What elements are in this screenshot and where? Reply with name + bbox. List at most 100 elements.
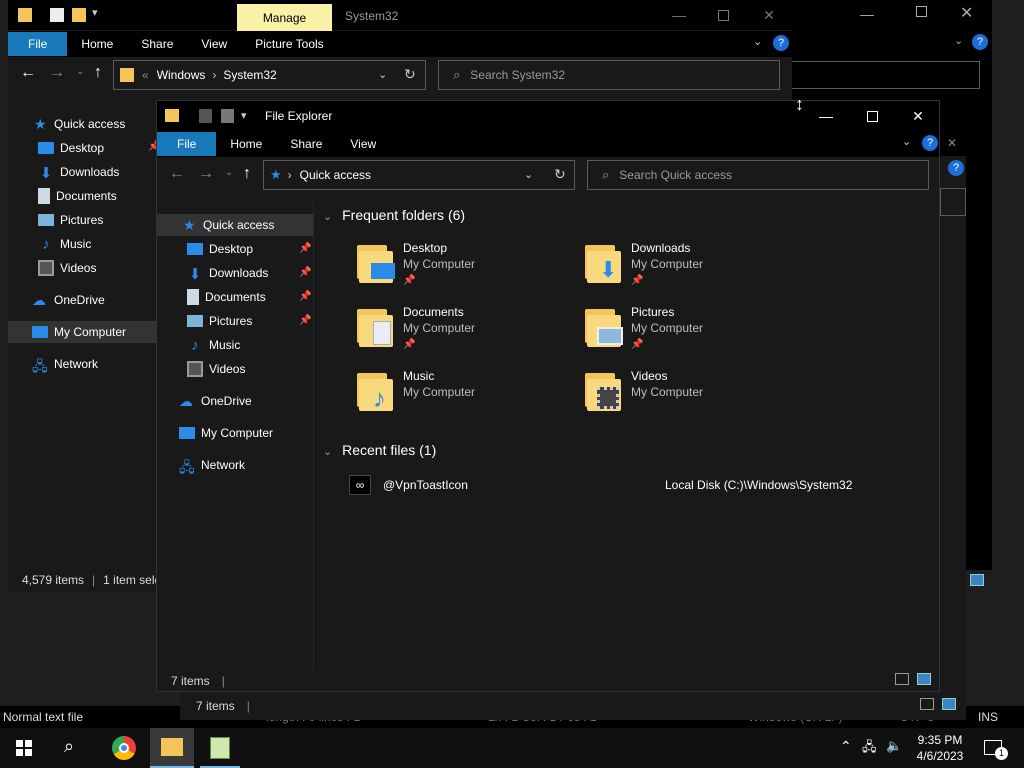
tab-share[interactable]: Share (127, 32, 187, 56)
far-search-box[interactable] (780, 61, 980, 89)
music-note-icon: ♪ (191, 337, 199, 354)
sidebar-item-documents[interactable]: Documents (38, 185, 117, 207)
sidebar-item-desktop[interactable]: Desktop (38, 137, 104, 159)
breadcrumb-system32[interactable]: System32 (223, 68, 276, 82)
far-minimize-button[interactable]: — (860, 6, 874, 22)
minimize-button[interactable]: — (656, 0, 702, 30)
sidebar-item-network[interactable]: 🖧 Network (179, 454, 245, 476)
network-tray-icon[interactable]: 🖧 (862, 738, 877, 760)
recent-file-row[interactable]: ∞ @VpnToastIcon Local Disk (C:)\Windows\… (347, 473, 907, 497)
third-help-icon[interactable]: ? (948, 160, 964, 176)
tab-file[interactable]: File (157, 132, 217, 156)
chrome-icon[interactable] (112, 736, 136, 760)
sidebar-item-onedrive[interactable]: ☁ OneDrive (179, 390, 252, 412)
sidebar-item-videos[interactable]: Videos (38, 257, 96, 279)
recent-locations-icon[interactable]: ⌄ (225, 167, 233, 178)
up-arrow-icon[interactable]: ↑ (94, 64, 102, 82)
third-search-box[interactable] (940, 188, 966, 216)
maximize-button[interactable] (700, 0, 746, 30)
customize-qat-icon[interactable]: ▾ (241, 109, 247, 122)
frequent-folders-header[interactable]: ⌄ Frequent folders (6) (323, 207, 465, 223)
file-explorer-taskbar-button[interactable] (150, 728, 194, 768)
far-maximize-button[interactable] (916, 6, 927, 17)
close-button[interactable]: ✕ (746, 0, 792, 30)
search-system32-input[interactable]: ⌕ Search System32 (438, 60, 780, 90)
ribbon-expand-icon[interactable]: ⌄ (902, 135, 911, 148)
sidebar-item-onedrive[interactable]: ☁ OneDrive (32, 289, 105, 311)
windows-start-icon[interactable] (16, 740, 32, 756)
sidebar-item-quick-access[interactable]: ★ Quick access (157, 214, 313, 236)
address-bar[interactable]: « Windows › System32 ⌄ ↻ (113, 60, 426, 90)
tab-picture-tools[interactable]: Picture Tools (241, 32, 337, 56)
sidebar-item-pictures[interactable]: Pictures (38, 209, 103, 231)
back-arrow-icon[interactable]: ← (20, 64, 36, 82)
sidebar-item-quick-access[interactable]: ★ Quick access (34, 113, 125, 135)
folder-tile[interactable]: Documents My Computer 📌 (355, 303, 575, 359)
sidebar-item-music[interactable]: ♪ Music (187, 334, 240, 356)
folder-tile[interactable]: Videos My Computer (583, 367, 803, 423)
large-icons-view-icon[interactable] (917, 673, 931, 685)
properties-icon[interactable] (199, 109, 212, 123)
notepad-view-icon[interactable] (970, 574, 984, 586)
search-quick-access-input[interactable]: ⌕ Search Quick access (587, 160, 929, 190)
address-bar[interactable]: ★ › Quick access ⌄ ↻ (263, 160, 575, 190)
help-icon[interactable]: ? (773, 35, 789, 51)
tab-file[interactable]: File (8, 32, 68, 56)
tab-share[interactable]: Share (276, 132, 336, 156)
folder-tile[interactable]: ⬇ Downloads My Computer 📌 (583, 239, 803, 295)
folder-tile[interactable]: ♪ Music My Computer (355, 367, 575, 423)
up-arrow-icon[interactable]: ↑ (243, 165, 251, 183)
clock[interactable]: 9:35 PM 4/6/2023 (912, 732, 968, 764)
properties-icon[interactable] (50, 8, 64, 22)
sidebar-item-my-computer[interactable]: My Computer (179, 422, 273, 444)
forward-arrow-icon[interactable]: → (198, 165, 214, 183)
breadcrumb-quick-access[interactable]: Quick access (300, 168, 371, 182)
back-arrow-icon[interactable]: ← (169, 165, 185, 183)
refresh-icon[interactable]: ↻ (554, 166, 566, 183)
details-view-icon[interactable] (895, 673, 909, 685)
refresh-icon[interactable]: ↻ (404, 66, 416, 83)
show-hidden-icons-icon[interactable]: ⌃ (840, 738, 852, 755)
volume-icon[interactable]: 🔈 (886, 738, 902, 754)
sidebar-item-my-computer[interactable]: My Computer (8, 321, 158, 343)
ribbon-expand-icon[interactable]: ⌄ (753, 35, 762, 48)
forward-arrow-icon[interactable]: → (49, 64, 65, 82)
third-large-icons-view-icon[interactable] (942, 698, 956, 710)
recent-locations-icon[interactable]: ⌄ (76, 66, 84, 77)
address-dropdown-icon[interactable]: ⌄ (378, 68, 387, 81)
sidebar-item-downloads[interactable]: ⬇ Downloads (38, 161, 120, 183)
third-details-view-icon[interactable] (920, 698, 934, 710)
notification-center-icon[interactable]: 1 (984, 740, 1008, 760)
notepad-plus-plus-icon[interactable] (200, 728, 240, 768)
address-dropdown-icon[interactable]: ⌄ (524, 168, 533, 181)
minimize-button[interactable]: — (803, 101, 849, 131)
sidebar-item-music[interactable]: ♪ Music (38, 233, 91, 255)
tab-home[interactable]: Home (67, 32, 127, 56)
help-icon[interactable]: ? (922, 135, 938, 151)
far-chevron-icon[interactable]: ⌄ (954, 34, 963, 47)
sidebar-item-desktop[interactable]: Desktop (187, 238, 253, 260)
close-button[interactable]: ✕ (895, 101, 939, 131)
recent-files-header[interactable]: ⌄ Recent files (1) (323, 442, 436, 458)
search-icon[interactable]: ⌕ (64, 736, 74, 757)
sidebar-item-pictures[interactable]: Pictures (187, 310, 252, 332)
tab-view[interactable]: View (336, 132, 390, 156)
tab-view[interactable]: View (187, 32, 241, 56)
new-folder-icon[interactable] (221, 109, 234, 123)
downloads-folder-icon: ⬇ (585, 243, 623, 283)
sidebar-item-network[interactable]: 🖧 Network (32, 353, 98, 375)
customize-qat-icon[interactable]: ▾ (92, 6, 98, 19)
far-close-button[interactable]: ✕ (960, 3, 973, 23)
far-help-icon[interactable]: ? (972, 34, 988, 50)
third-close-tab[interactable]: ✕ (938, 130, 966, 156)
maximize-button[interactable] (849, 101, 895, 131)
tab-home[interactable]: Home (216, 132, 276, 156)
sidebar-item-videos[interactable]: Videos (187, 358, 245, 380)
breadcrumb-windows[interactable]: Windows (157, 68, 206, 82)
sidebar-item-downloads[interactable]: ⬇ Downloads (187, 262, 269, 284)
new-folder-icon[interactable] (72, 8, 86, 22)
manage-tab[interactable]: Manage (237, 4, 332, 32)
folder-tile[interactable]: Desktop My Computer 📌 (355, 239, 575, 295)
sidebar-item-documents[interactable]: Documents (187, 286, 266, 308)
folder-tile[interactable]: Pictures My Computer 📌 (583, 303, 803, 359)
